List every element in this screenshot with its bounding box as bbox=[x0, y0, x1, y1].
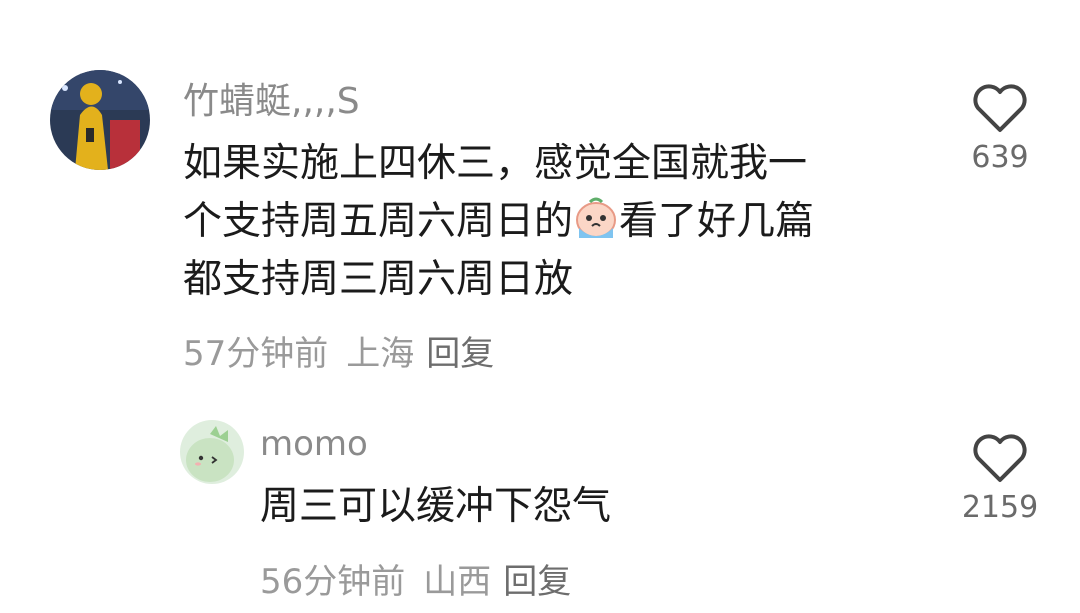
comment-text: 如果实施上四休三，感觉全国就我一 个支持周五周六周日的 看了好几篇 都支持周三周… bbox=[183, 135, 923, 309]
like-count: 639 bbox=[971, 140, 1029, 175]
crying-emoji-icon bbox=[576, 197, 617, 238]
comment-username[interactable]: momo bbox=[260, 424, 368, 464]
comment-location: 山西 bbox=[423, 562, 492, 602]
comment-time: 56分钟前 bbox=[260, 562, 406, 602]
comment-text-segment: 看了好几篇 bbox=[619, 199, 815, 244]
dinosaur-avatar-icon bbox=[180, 420, 244, 484]
person-avatar-icon bbox=[50, 70, 150, 170]
comment-text: 周三可以缓冲下怨气 bbox=[260, 478, 611, 536]
comment-meta: 56分钟前 山西 回复 bbox=[260, 554, 571, 603]
heart-icon[interactable] bbox=[972, 84, 1028, 134]
comment-text-line: 个支持周五周六周日的 看了好几篇 bbox=[183, 193, 923, 251]
comment-time: 57分钟前 bbox=[183, 334, 329, 374]
comment-username[interactable]: 竹蜻蜓,,,,S bbox=[183, 72, 360, 124]
comment-meta: 57分钟前 上海 回复 bbox=[183, 326, 494, 375]
comment-text-line: 周三可以缓冲下怨气 bbox=[260, 484, 612, 529]
like-button[interactable]: 2159 bbox=[950, 434, 1050, 525]
comment-location: 上海 bbox=[346, 334, 415, 374]
comment-text-line: 如果实施上四休三，感觉全国就我一 bbox=[183, 141, 808, 186]
like-button[interactable]: 639 bbox=[950, 84, 1050, 175]
comment-text-line: 都支持周三周六周日放 bbox=[183, 257, 574, 302]
reply-button[interactable]: 回复 bbox=[426, 334, 494, 374]
avatar[interactable] bbox=[180, 420, 244, 484]
heart-icon[interactable] bbox=[972, 434, 1028, 484]
avatar[interactable] bbox=[50, 70, 150, 170]
comment-text-segment: 个支持周五周六周日的 bbox=[183, 199, 574, 244]
reply-button[interactable]: 回复 bbox=[503, 562, 571, 602]
like-count: 2159 bbox=[961, 490, 1039, 525]
